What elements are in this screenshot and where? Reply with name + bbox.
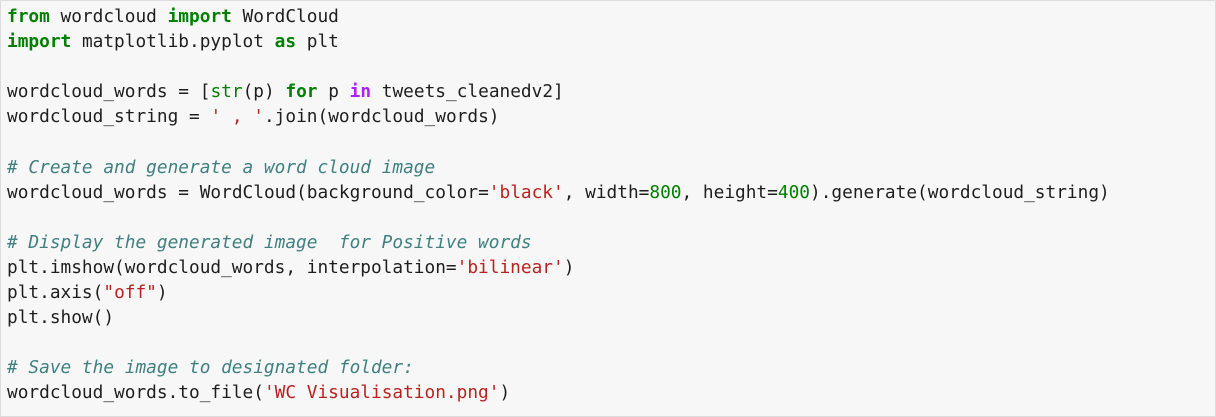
code-token: str <box>210 81 243 103</box>
code-token: WordCloud <box>231 6 339 27</box>
code-line: wordcloud_words = WordCloud(background_c… <box>7 180 1215 205</box>
code-line: plt.axis("off") <box>7 280 1215 305</box>
code-token: 'black' <box>488 181 564 203</box>
code-token: # Save the image to designated folder: <box>7 357 414 379</box>
code-line: wordcloud_words = [str(p) for p in tweet… <box>7 79 1215 104</box>
code-token: 400 <box>777 181 810 203</box>
code-token: for <box>285 81 318 103</box>
code-token: .join(wordcloud_words) <box>263 106 500 128</box>
code-token: plt.axis( <box>7 282 104 304</box>
code-token: import <box>7 31 72 53</box>
code-line: plt.show() <box>7 305 1215 330</box>
code-token: [ <box>189 81 211 103</box>
code-token: ) <box>499 382 511 404</box>
code-token: 'bilinear' <box>456 256 564 278</box>
code-token: WordCloud(background_color <box>189 181 479 203</box>
code-line: wordcloud_string = ' , '.join(wordcloud_… <box>7 104 1215 129</box>
code-token: (p) <box>242 81 286 103</box>
code-token: from <box>7 6 50 27</box>
code-token: matplotlib.pyplot <box>71 31 275 53</box>
code-token: = <box>178 81 190 103</box>
code-line: plt.imshow(wordcloud_words, interpolatio… <box>7 255 1215 280</box>
code-token: = <box>178 181 190 203</box>
code-token: import <box>167 6 232 27</box>
code-token: ' , ' <box>210 106 264 128</box>
code-line: from wordcloud import WordCloud <box>7 4 1215 29</box>
code-token: wordcloud <box>49 6 168 27</box>
code-token: ).generate(wordcloud_string) <box>810 181 1110 203</box>
code-token: wordcloud_words <box>7 181 179 203</box>
code-token: "off" <box>103 282 157 304</box>
code-token: ) <box>563 256 575 278</box>
code-token: # Create and generate a word cloud image <box>7 156 436 178</box>
code-token: in <box>349 81 372 103</box>
code-token: = <box>478 181 489 203</box>
code-token: plt.show() <box>7 307 115 329</box>
code-token: , height <box>681 181 768 203</box>
code-token: = <box>638 181 650 203</box>
code-token: = <box>445 256 457 278</box>
code-token: , width <box>563 181 639 203</box>
code-token: as <box>274 31 297 53</box>
code-line: wordcloud_words.to_file('WC Visualisatio… <box>7 380 1215 405</box>
code-token: tweets_cleanedv2] <box>371 81 564 103</box>
code-token: # Display the generated image for Positi… <box>7 231 532 253</box>
code-editor[interactable]: from wordcloud import WordCloud import ma… <box>7 4 1215 406</box>
code-line: # Create and generate a word cloud image <box>7 155 1215 180</box>
code-token: 'WC Visualisation.png' <box>263 382 500 404</box>
code-token: ) <box>156 282 168 304</box>
code-token: p <box>317 81 350 103</box>
code-line: import matplotlib.pyplot as plt <box>7 29 1215 54</box>
code-token: 800 <box>649 181 682 203</box>
code-token: = <box>767 181 778 203</box>
code-token: plt.imshow(wordcloud_words, interpolatio… <box>7 256 446 278</box>
code-line: # Display the generated image for Positi… <box>7 230 1215 255</box>
code-line: # Save the image to designated folder: <box>7 355 1215 380</box>
code-token: wordcloud_words <box>7 81 179 103</box>
code-cell[interactable]: from wordcloud import WordCloud import ma… <box>0 0 1216 417</box>
code-token: wordcloud_words.to_file( <box>7 382 264 404</box>
code-token: = <box>189 106 200 128</box>
code-token: plt <box>296 31 339 53</box>
code-token: wordcloud_string <box>7 106 189 128</box>
